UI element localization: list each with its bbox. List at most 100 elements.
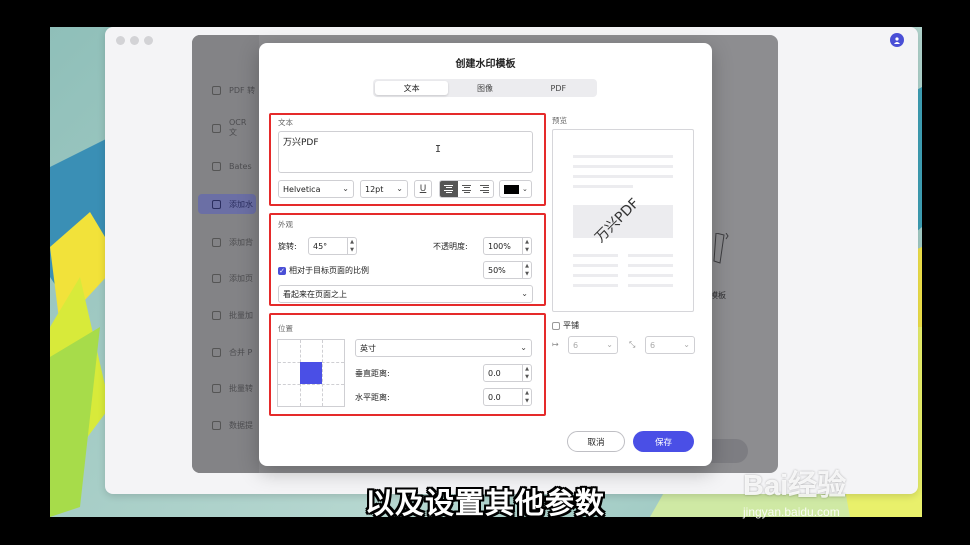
sidebar-item-batch-convert[interactable]: 批量转 bbox=[198, 378, 256, 398]
chevron-down-icon: ⌄ bbox=[396, 184, 403, 193]
sidebar-item-label: 添加水 bbox=[229, 199, 253, 209]
vertical-distance-stepper[interactable]: 0.0 ▲ ▼ bbox=[483, 364, 532, 382]
sidebar-item-batch-encrypt[interactable]: 批量加 bbox=[198, 305, 256, 325]
rotation-value: 45° bbox=[313, 241, 328, 251]
chevron-down-icon: ⌄ bbox=[683, 340, 690, 349]
scale-stepper[interactable]: 50% ▲ ▼ bbox=[483, 261, 532, 279]
dialog-title: 创建水印模板 bbox=[455, 59, 516, 70]
app-sidebar: PDF 转 OCR 文 Bates 添加水 添加背 添加页 批量加 合并 P 批… bbox=[192, 35, 259, 473]
stepper-up-icon[interactable]: ▲ bbox=[348, 238, 356, 246]
position-grid[interactable] bbox=[277, 339, 345, 407]
window-zoom-dot[interactable] bbox=[144, 36, 153, 45]
create-watermark-dialog: 创建水印模板 文本 图像 PDF 文本 万兴PDF I Helvetica ⌄ … bbox=[259, 43, 712, 466]
rotation-stepper[interactable]: 45° ▲ ▼ bbox=[308, 237, 357, 255]
vertical-spacing-icon: ⤡ bbox=[629, 340, 636, 349]
stepper-down-icon[interactable]: ▼ bbox=[348, 246, 356, 254]
scale-value: 50% bbox=[488, 265, 506, 275]
tile-horizontal-value: 6 bbox=[573, 340, 579, 350]
tile-horizontal-select[interactable]: 6 ⌄ bbox=[568, 336, 618, 354]
selected-position-cell[interactable] bbox=[300, 362, 322, 384]
stepper-up-icon[interactable]: ▲ bbox=[523, 389, 531, 397]
sidebar-item-bates[interactable]: Bates bbox=[198, 156, 256, 176]
ocr-icon bbox=[212, 123, 221, 133]
preview-label: 预览 bbox=[552, 116, 567, 125]
stepper-down-icon[interactable]: ▼ bbox=[523, 270, 531, 278]
stepper-down-icon[interactable]: ▼ bbox=[523, 397, 531, 405]
convert-icon bbox=[212, 85, 221, 95]
save-button[interactable]: 保存 bbox=[633, 431, 694, 452]
sidebar-item-label: PDF 转 bbox=[229, 85, 256, 95]
font-family-select[interactable]: Helvetica ⌄ bbox=[278, 180, 354, 198]
sidebar-item-label: Bates bbox=[229, 161, 252, 171]
tab-text[interactable]: 文本 bbox=[375, 81, 449, 95]
chevron-down-icon: ⌄ bbox=[606, 340, 613, 349]
stepper-down-icon[interactable]: ▼ bbox=[523, 246, 531, 254]
text-align-group bbox=[439, 180, 494, 198]
relative-scale-label: 相对于目标页面的比例 bbox=[289, 266, 369, 275]
sidebar-item-pdf-convert[interactable]: PDF 转 bbox=[198, 80, 256, 100]
underline-button[interactable]: U bbox=[414, 180, 432, 198]
text-color-picker[interactable]: ⌄ bbox=[499, 180, 532, 198]
stepper-up-icon[interactable]: ▲ bbox=[523, 365, 531, 373]
appearance-section-label: 外观 bbox=[278, 220, 293, 229]
text-cursor-icon: I bbox=[435, 144, 442, 155]
chevron-down-icon: ⌄ bbox=[520, 343, 527, 352]
stepper-down-icon[interactable]: ▼ bbox=[523, 373, 531, 381]
sidebar-item-ocr[interactable]: OCR 文 bbox=[198, 118, 256, 138]
sidebar-item-data-extract[interactable]: 数据提 bbox=[198, 415, 256, 435]
horizontal-distance-stepper[interactable]: 0.0 ▲ ▼ bbox=[483, 388, 532, 406]
align-center-button[interactable] bbox=[458, 181, 476, 197]
background-icon bbox=[212, 237, 221, 247]
watermark-text-input[interactable]: 万兴PDF bbox=[278, 131, 533, 173]
stepper-up-icon[interactable]: ▲ bbox=[523, 238, 531, 246]
chevron-down-icon: ⌄ bbox=[521, 289, 528, 298]
position-section-label: 位置 bbox=[278, 324, 293, 333]
tab-pdf[interactable]: PDF bbox=[522, 81, 595, 95]
tab-image[interactable]: 图像 bbox=[448, 81, 521, 95]
tile-checkbox[interactable] bbox=[552, 322, 560, 330]
window-close-dot[interactable] bbox=[116, 36, 125, 45]
sidebar-item-header-footer[interactable]: 添加页 bbox=[198, 268, 256, 288]
relative-scale-checkbox[interactable]: ✓ bbox=[278, 267, 286, 275]
chevron-down-icon: ⌄ bbox=[342, 184, 349, 193]
opacity-stepper[interactable]: 100% ▲ ▼ bbox=[483, 237, 532, 255]
align-left-button[interactable] bbox=[440, 181, 458, 197]
batch-icon bbox=[212, 383, 221, 393]
tile-vertical-value: 6 bbox=[650, 340, 656, 350]
sidebar-item-label: 添加背 bbox=[229, 237, 253, 247]
user-avatar-icon[interactable] bbox=[890, 33, 904, 47]
lock-icon bbox=[212, 310, 221, 320]
sidebar-item-watermark[interactable]: 添加水 bbox=[198, 194, 256, 214]
page-icon bbox=[212, 273, 221, 283]
font-size-select[interactable]: 12pt ⌄ bbox=[360, 180, 408, 198]
sidebar-item-label: 数据提 bbox=[229, 420, 253, 430]
type-segmented-control: 文本 图像 PDF bbox=[373, 79, 597, 97]
unit-select[interactable]: 英寸 ⌄ bbox=[355, 339, 532, 357]
horizontal-distance-label: 水平距离: bbox=[355, 393, 390, 402]
layer-select[interactable]: 看起来在页面之上 ⌄ bbox=[278, 285, 533, 303]
screen-area: PDF 转 OCR 文 Bates 添加水 添加背 添加页 批量加 合并 P 批… bbox=[50, 27, 922, 517]
align-right-button[interactable] bbox=[475, 181, 493, 197]
watermark-icon bbox=[212, 199, 221, 209]
vertical-distance-label: 垂直距离: bbox=[355, 369, 390, 378]
horizontal-spacing-icon: ↦ bbox=[552, 340, 559, 349]
watermark-preview: 万兴PDF bbox=[552, 129, 694, 312]
chevron-down-icon: ⌄ bbox=[522, 185, 528, 193]
tile-vertical-select[interactable]: 6 ⌄ bbox=[645, 336, 695, 354]
rotation-label: 旋转: bbox=[278, 242, 297, 251]
window-minimize-dot[interactable] bbox=[130, 36, 139, 45]
sidebar-item-label: 批量加 bbox=[229, 310, 253, 320]
unit-value: 英寸 bbox=[360, 343, 376, 353]
horizontal-distance-value: 0.0 bbox=[488, 392, 501, 402]
baidu-brand: Bai经验 bbox=[743, 470, 847, 502]
opacity-value: 100% bbox=[488, 241, 511, 251]
sidebar-item-merge[interactable]: 合并 P bbox=[198, 342, 256, 362]
merge-icon bbox=[212, 347, 221, 357]
font-family-value: Helvetica bbox=[283, 184, 321, 194]
sidebar-item-label: 合并 P bbox=[229, 347, 253, 357]
sidebar-item-background[interactable]: 添加背 bbox=[198, 232, 256, 252]
cancel-button[interactable]: 取消 bbox=[567, 431, 625, 452]
stepper-up-icon[interactable]: ▲ bbox=[523, 262, 531, 270]
layer-value: 看起来在页面之上 bbox=[283, 289, 347, 299]
sidebar-item-label: 批量转 bbox=[229, 383, 253, 393]
